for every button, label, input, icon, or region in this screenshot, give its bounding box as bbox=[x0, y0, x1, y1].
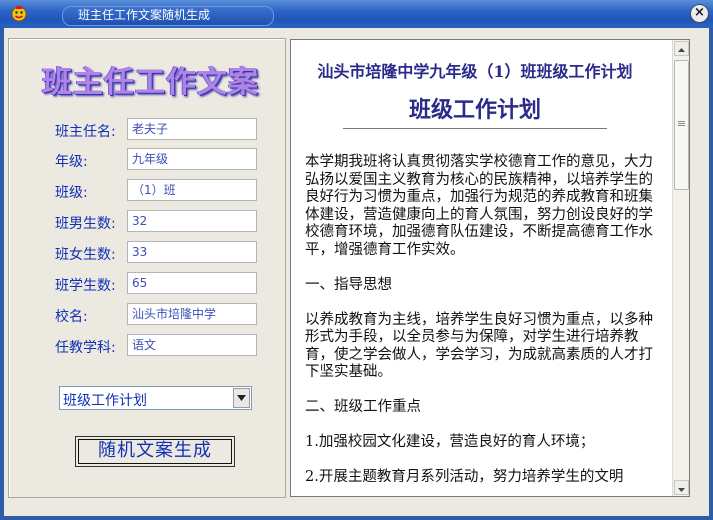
arrow-up-icon bbox=[678, 48, 685, 52]
title-divider bbox=[343, 128, 607, 129]
app-logo: 班主任工作文案 bbox=[42, 65, 259, 100]
vertical-scrollbar[interactable] bbox=[672, 40, 689, 496]
document-view[interactable]: 汕头市培隆中学九年级（1）班班级工作计划 班级工作计划 本学期我班将认真贯彻落实… bbox=[290, 39, 690, 497]
label-teacher-name: 班主任名: bbox=[55, 124, 116, 140]
label-grade: 年级: bbox=[55, 154, 88, 170]
grade-input[interactable]: 九年级 bbox=[127, 148, 257, 170]
close-icon: × bbox=[694, 5, 705, 20]
dropdown-button[interactable] bbox=[233, 388, 250, 408]
girls-count-input[interactable]: 33 bbox=[127, 241, 257, 263]
document-body[interactable]: 本学期我班将认真贯彻落实学校德育工作的意见，大力弘扬以爱国主义教育为核心的民族精… bbox=[305, 154, 661, 496]
paragraph: 一、指导思想 bbox=[305, 276, 392, 293]
grip-line bbox=[678, 125, 685, 126]
paragraph: 以养成教育为主线，培养学生良好习惯为重点，以多种形式为手段，以全员参与为保障，对… bbox=[305, 311, 653, 381]
paragraph: 1.加强校园文化建设，营造良好的育人环境； bbox=[305, 434, 595, 450]
document-header: 汕头市培隆中学九年级（1）班班级工作计划 bbox=[317, 62, 633, 81]
arrow-down-icon bbox=[678, 488, 685, 492]
scroll-down-button[interactable] bbox=[674, 480, 689, 495]
student-count-input[interactable]: 65 bbox=[127, 272, 257, 294]
chevron-down-icon bbox=[237, 395, 246, 401]
doc-type-select[interactable]: 班级工作计划 bbox=[59, 386, 252, 410]
scroll-up-button[interactable] bbox=[674, 41, 689, 56]
label-class: 班级: bbox=[55, 185, 88, 201]
class-input[interactable]: （1）班 bbox=[127, 179, 257, 201]
generate-button[interactable]: 随机文案生成 bbox=[75, 436, 235, 467]
window-title: 班主任工作文案随机生成 bbox=[78, 8, 211, 22]
close-button[interactable]: × bbox=[690, 4, 709, 23]
label-school-name: 校名: bbox=[55, 309, 88, 325]
grip-line bbox=[678, 123, 685, 124]
label-boys-count: 班男生数: bbox=[55, 216, 116, 232]
label-subject: 任教学科: bbox=[55, 340, 116, 356]
paragraph: 二、班级工作重点 bbox=[305, 399, 421, 415]
document-title: 班级工作计划 bbox=[408, 97, 541, 123]
paragraph: 2.开展主题教育月系列活动，努力培养学生的文明 bbox=[305, 469, 624, 485]
app-window: 班主任工作文案随机生成 × 班主任工作文案 班主任名: 老夫子 年级: 九年级 … bbox=[0, 0, 713, 520]
boys-count-input[interactable]: 32 bbox=[127, 210, 257, 232]
grip-line bbox=[678, 121, 685, 122]
label-girls-count: 班女生数: bbox=[55, 247, 116, 263]
subject-input[interactable]: 语文 bbox=[127, 334, 257, 356]
paragraph: 本学期我班将认真贯彻落实学校德育工作的意见，大力弘扬以爱国主义教育为核心的民族精… bbox=[305, 154, 653, 258]
label-student-count: 班学生数: bbox=[55, 278, 116, 294]
client-area: 班主任工作文案 班主任名: 老夫子 年级: 九年级 班级: （1）班 班男生数:… bbox=[4, 28, 709, 516]
input-panel: 班主任工作文案 班主任名: 老夫子 年级: 九年级 班级: （1）班 班男生数:… bbox=[8, 38, 286, 498]
scroll-thumb[interactable] bbox=[674, 60, 689, 190]
doc-type-value: 班级工作计划 bbox=[63, 393, 147, 409]
school-name-input[interactable]: 汕头市培隆中学 bbox=[127, 303, 257, 325]
title-bar[interactable]: 班主任工作文案随机生成 × bbox=[0, 0, 713, 28]
teacher-name-input[interactable]: 老夫子 bbox=[127, 118, 257, 140]
app-icon[interactable] bbox=[10, 5, 28, 23]
